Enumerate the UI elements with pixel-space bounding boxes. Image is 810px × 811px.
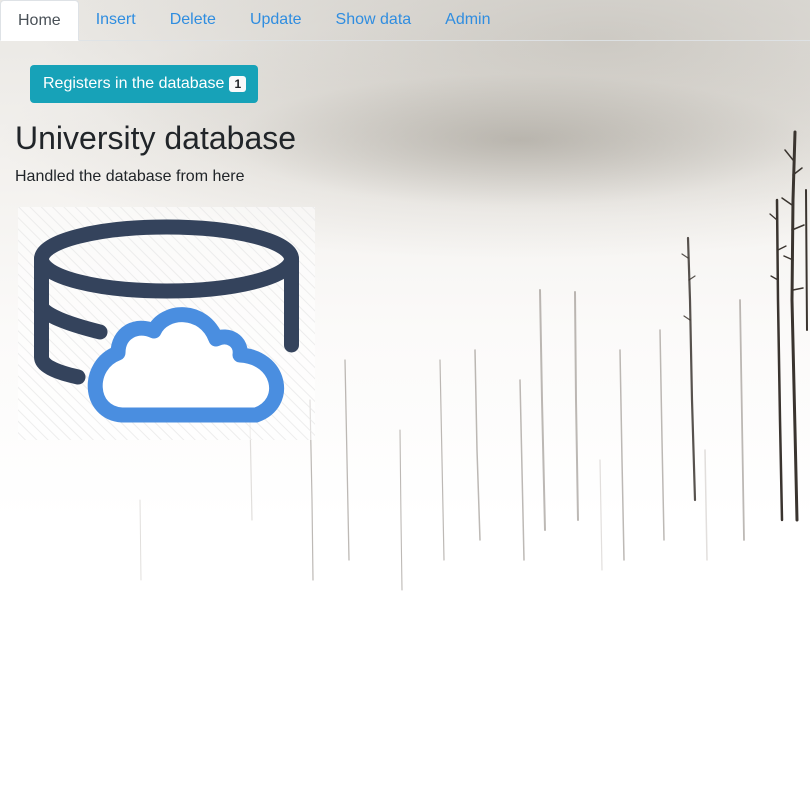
main-nav-tabs: Home Insert Delete Update Show data Admi… (0, 0, 810, 41)
registers-button[interactable]: Registers in the database 1 (30, 65, 259, 103)
tab-admin[interactable]: Admin (428, 0, 507, 40)
tab-insert[interactable]: Insert (79, 0, 153, 40)
registers-count-badge: 1 (229, 76, 247, 92)
tab-show-data[interactable]: Show data (319, 0, 429, 40)
tab-delete[interactable]: Delete (153, 0, 233, 40)
page-title: University database (15, 120, 297, 156)
registers-button-label: Registers in the database (43, 75, 225, 92)
database-cloud-icon (18, 207, 315, 440)
tab-home[interactable]: Home (0, 0, 79, 41)
page-subtitle: Handled the database from here (15, 168, 245, 185)
tab-update[interactable]: Update (233, 0, 319, 40)
